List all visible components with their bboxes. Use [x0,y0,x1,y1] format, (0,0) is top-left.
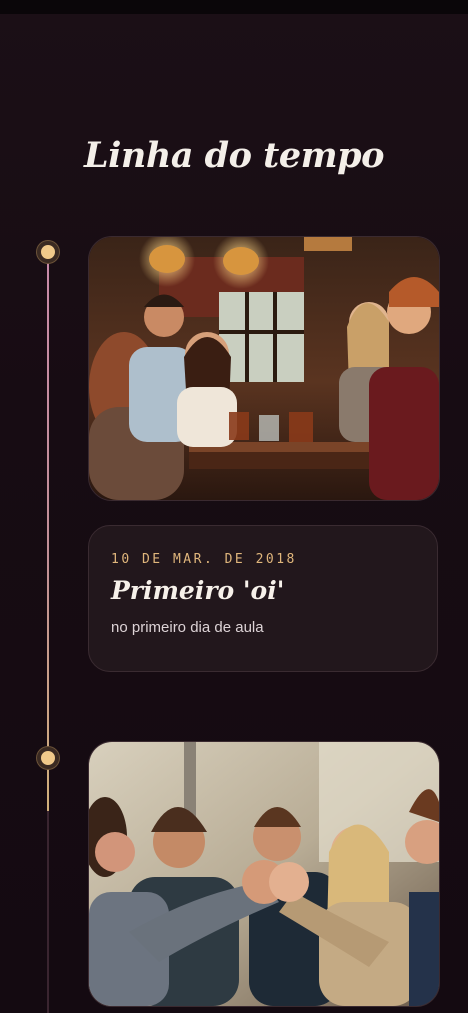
event-date: 10 DE MAR. DE 2018 [111,552,297,567]
event-title: Primeiro 'oi' [111,576,285,605]
timeline-dot [37,747,59,769]
timeline-dot [37,241,59,263]
event-photo-card[interactable] [88,236,440,501]
event-subtitle: no primeiro dia de aula [111,619,264,636]
page-title: Linha do tempo [84,135,384,177]
friends-at-restaurant-photo [89,237,439,500]
timeline-line-tail [47,811,49,1013]
status-bar [0,0,468,14]
timeline-line [47,251,49,811]
event-info-card[interactable]: 10 DE MAR. DE 2018 Primeiro 'oi' no prim… [88,525,438,672]
event-photo-card[interactable] [88,741,440,1007]
friends-fist-bump-photo [89,742,439,1006]
